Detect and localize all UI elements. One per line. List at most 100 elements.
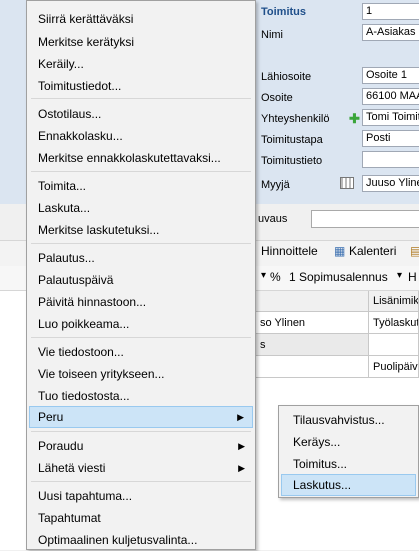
- menu-item-label: Merkitse ennakkolaskutettavaksi...: [38, 151, 221, 165]
- grid-cell[interactable]: Puolipäivä: [369, 356, 419, 378]
- toimitustapa-field[interactable]: Posti: [362, 130, 419, 147]
- hinnoittele-button[interactable]: Hinnoittele: [261, 244, 318, 258]
- menu-item-tuo-tiedostosta[interactable]: Tuo tiedostosta...: [29, 385, 253, 407]
- submenu-item-label: Keräys...: [293, 435, 341, 449]
- menu-item-label: Keräily...: [38, 57, 84, 71]
- toimitus-label: Toimitus: [261, 6, 307, 18]
- menu-item-vie-toiseen-yritykseen[interactable]: Vie toiseen yritykseen...: [29, 363, 253, 385]
- menu-item-merkitse-laskutetuksi[interactable]: Merkitse laskutetuksi...: [29, 219, 253, 241]
- menu-item-tapahtumat[interactable]: Tapahtumat: [29, 507, 253, 529]
- submenu-item-tilausvahvistus[interactable]: Tilausvahvistus...: [281, 409, 416, 431]
- kuvaus-label: uvaus: [258, 213, 288, 225]
- menu-item-label: Optimaalinen kuljetusvalinta...: [38, 533, 198, 547]
- menu-item-merkitse-ennakkolaskutettavaksi[interactable]: Merkitse ennakkolaskutettavaksi...: [29, 147, 253, 169]
- menu-item-label: Palautus...: [38, 251, 95, 265]
- menu-item-label: Luo poikkeama...: [38, 317, 130, 331]
- yhteyshenkilo-label: Yhteyshenkilö: [261, 113, 330, 125]
- menu-separator: [31, 243, 251, 244]
- submenu-item-laskutus[interactable]: Laskutus...: [281, 474, 416, 496]
- menu-item-label: Toimitustiedot...: [38, 79, 122, 93]
- osoite-label: Osoite: [261, 92, 293, 104]
- menu-item-laheta-viesti[interactable]: Lähetä viesti ▶: [29, 457, 253, 479]
- submenu-arrow-icon: ▶: [238, 463, 245, 473]
- nimi-field[interactable]: A-Asiakas O: [362, 24, 419, 41]
- submenu-item-label: Laskutus...: [293, 478, 352, 492]
- menu-item-label: Palautuspäivä: [38, 273, 114, 287]
- grid-cell[interactable]: [256, 356, 369, 378]
- menu-item-label: Peru: [38, 410, 64, 424]
- add-contact-icon[interactable]: ✚: [349, 111, 360, 127]
- menu-item-label: Siirrä kerättäväksi: [38, 12, 134, 26]
- context-menu: Siirrä kerättäväksi Merkitse kerätyksi K…: [26, 0, 256, 550]
- menu-item-label: Merkitse laskutetuksi...: [38, 223, 160, 237]
- menu-item-label: Tapahtumat: [38, 511, 101, 525]
- menu-item-label: Tuo tiedostosta...: [38, 389, 130, 403]
- percent-button[interactable]: %: [270, 270, 281, 284]
- yhteyshenkilo-field[interactable]: Tomi Toimit: [362, 109, 419, 126]
- grid-cell[interactable]: [369, 334, 419, 356]
- menu-item-keraily[interactable]: Keräily...: [29, 53, 253, 75]
- grid-cell[interactable]: Työlaskut: [369, 312, 419, 334]
- submenu-arrow-icon: ▶: [237, 412, 244, 422]
- menu-item-toimitustiedot[interactable]: Toimitustiedot...: [29, 75, 253, 97]
- grid-cell[interactable]: s: [256, 334, 369, 356]
- menu-item-palautuspaiva[interactable]: Palautuspäivä: [29, 269, 253, 291]
- menu-item-laskuta[interactable]: Laskuta...: [29, 197, 253, 219]
- menu-item-label: Poraudu: [38, 439, 84, 453]
- kuvaus-input[interactable]: [311, 210, 419, 228]
- menu-separator: [31, 431, 251, 432]
- menu-item-merkitse-keratyksi[interactable]: Merkitse kerätyksi: [29, 31, 253, 53]
- menu-item-ennakkolasku[interactable]: Ennakkolasku...: [29, 125, 253, 147]
- submenu-item-label: Toimitus...: [293, 457, 348, 471]
- menu-item-palautus[interactable]: Palautus...: [29, 247, 253, 269]
- menu-separator: [31, 481, 251, 482]
- menu-item-optimaalinen-kuljetusvalinta[interactable]: Optimaalinen kuljetusvalinta...: [29, 529, 253, 551]
- nimi-label: Nimi: [261, 29, 283, 41]
- myyja-field[interactable]: Juuso Yline: [362, 175, 419, 192]
- menu-separator: [31, 98, 251, 99]
- toimitustieto-label: Toimitustieto: [261, 155, 323, 167]
- myyja-label: Myyjä: [261, 179, 290, 191]
- menu-item-peru[interactable]: Peru ▶: [29, 406, 253, 428]
- submenu-arrow-icon: ▶: [238, 441, 245, 451]
- menu-item-label: Lähetä viesti: [38, 461, 106, 475]
- grid-cell[interactable]: so Ylinen: [256, 312, 369, 334]
- toimitustapa-label: Toimitustapa: [261, 134, 323, 146]
- toimitus-field[interactable]: 1: [362, 3, 419, 20]
- menu-item-label: Laskuta...: [38, 201, 91, 215]
- menu-separator: [31, 337, 251, 338]
- menu-item-label: Uusi tapahtuma...: [38, 489, 133, 503]
- menu-item-label: Päivitä hinnastoon...: [38, 295, 147, 309]
- menu-item-label: Merkitse kerätyksi: [38, 35, 135, 49]
- h-button[interactable]: H: [408, 270, 417, 284]
- menu-separator: [31, 171, 251, 172]
- submenu-item-kerays[interactable]: Keräys...: [281, 431, 416, 453]
- menu-item-label: Toimita...: [38, 179, 87, 193]
- menu-item-label: Ennakkolasku...: [38, 129, 123, 143]
- menu-item-ostotilaus[interactable]: Ostotilaus...: [29, 103, 253, 125]
- menu-item-luo-poikkeama[interactable]: Luo poikkeama...: [29, 313, 253, 335]
- calendar-icon[interactable]: [340, 177, 354, 189]
- submenu-item-label: Tilausvahvistus...: [293, 413, 385, 427]
- menu-item-label: Ostotilaus...: [38, 107, 102, 121]
- menu-item-vie-tiedostoon[interactable]: Vie tiedostoon...: [29, 341, 253, 363]
- grid-header-lisanimike[interactable]: Lisänimik: [369, 291, 419, 312]
- submenu-item-toimitus[interactable]: Toimitus...: [281, 453, 416, 475]
- menu-item-poraudu[interactable]: Poraudu ▶: [29, 435, 253, 457]
- calendar-toolbar-icon: ▦: [334, 244, 346, 258]
- sopimusalennus-button[interactable]: 1 Sopimusalennus: [289, 270, 388, 284]
- kalenteri-button[interactable]: Kalenteri: [349, 244, 396, 258]
- menu-item-siirra-kerattavaksi[interactable]: Siirrä kerättäväksi: [29, 8, 253, 30]
- menu-item-label: Vie tiedostoon...: [38, 345, 124, 359]
- menu-item-paivita-hinnastoon[interactable]: Päivitä hinnastoon...: [29, 291, 253, 313]
- menu-item-toimita[interactable]: Toimita...: [29, 175, 253, 197]
- menu-item-uusi-tapahtuma[interactable]: Uusi tapahtuma...: [29, 485, 253, 507]
- lahiosoite-field[interactable]: Osoite 1: [362, 67, 419, 84]
- osoite-field[interactable]: 66100 MAA: [362, 88, 419, 105]
- dropdown-arrow-icon-2[interactable]: ▾: [397, 270, 402, 281]
- dropdown-arrow-icon[interactable]: ▾: [261, 270, 266, 281]
- toolbar-more-icon[interactable]: ▤: [410, 244, 419, 258]
- menu-item-label: Vie toiseen yritykseen...: [38, 367, 165, 381]
- toimitustieto-field[interactable]: [362, 151, 419, 168]
- grid-header-cell: [256, 291, 369, 312]
